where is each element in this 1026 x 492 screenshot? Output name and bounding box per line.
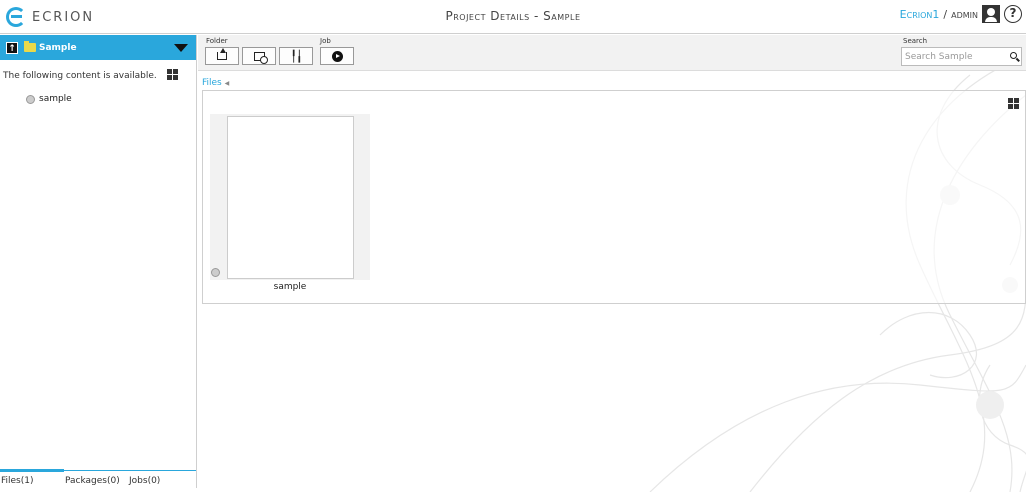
play-icon xyxy=(331,50,343,62)
breadcrumb-arrow-icon: ◀ xyxy=(224,80,230,87)
file-thumbnail[interactable] xyxy=(210,114,370,280)
upload-icon xyxy=(217,48,227,60)
tools-icon: ╿╽ xyxy=(290,49,302,63)
search-label: Search xyxy=(903,37,928,45)
sidebar-item-label: sample xyxy=(39,94,72,104)
new-folder-button[interactable] xyxy=(242,47,276,65)
folder-group-label: Folder xyxy=(206,37,228,45)
file-label[interactable]: sample xyxy=(210,282,370,292)
job-group-label: Job xyxy=(320,37,331,45)
search-icon[interactable] xyxy=(1010,52,1017,59)
toolbar: Folder Job ╿╽ Search xyxy=(198,35,1026,71)
search-input[interactable] xyxy=(902,48,1002,65)
user-area: Ecrion1 / admin ? xyxy=(900,5,1022,23)
content-message: The following content is available. xyxy=(3,71,157,81)
app-header: ECRION Project Details - Sample Ecrion1 … xyxy=(0,0,1026,34)
folder-name: Sample xyxy=(39,42,77,53)
workspace-link[interactable]: Ecrion1 xyxy=(900,8,940,21)
breadcrumb-files[interactable]: Files xyxy=(202,78,222,88)
search-box xyxy=(901,47,1022,66)
run-job-button[interactable] xyxy=(320,47,354,65)
tab-jobs[interactable]: Jobs(0) xyxy=(128,471,192,488)
tab-packages[interactable]: Packages(0) xyxy=(64,471,128,488)
sidebar-tabs: Files(1) Packages(0) Jobs(0) xyxy=(0,469,196,488)
file-icon xyxy=(26,94,35,104)
breadcrumb[interactable]: Files ◀ xyxy=(202,78,229,88)
sidebar: ↑ Sample The following content is availa… xyxy=(0,35,197,488)
caret-down-icon[interactable] xyxy=(174,44,188,52)
tab-files[interactable]: Files(1) xyxy=(0,469,64,488)
page-title: Project Details - Sample xyxy=(445,9,581,23)
up-arrow-icon[interactable]: ↑ xyxy=(6,41,18,54)
grid-view-icon[interactable] xyxy=(167,69,178,80)
user-name[interactable]: admin xyxy=(951,8,978,21)
avatar-icon[interactable] xyxy=(982,5,1000,23)
files-panel: sample xyxy=(202,90,1026,304)
thumbnail-page xyxy=(227,116,354,279)
file-icon xyxy=(211,268,220,277)
sidebar-header[interactable]: ↑ Sample xyxy=(0,35,196,60)
user-separator: / xyxy=(943,7,948,21)
folder-icon xyxy=(24,41,36,52)
sidebar-item-sample[interactable]: sample xyxy=(26,94,72,104)
tools-button[interactable]: ╿╽ xyxy=(279,47,313,65)
grid-view-icon[interactable] xyxy=(1008,98,1019,109)
new-folder-icon xyxy=(253,51,268,64)
upload-button[interactable] xyxy=(205,47,239,65)
help-icon[interactable]: ? xyxy=(1004,5,1022,23)
